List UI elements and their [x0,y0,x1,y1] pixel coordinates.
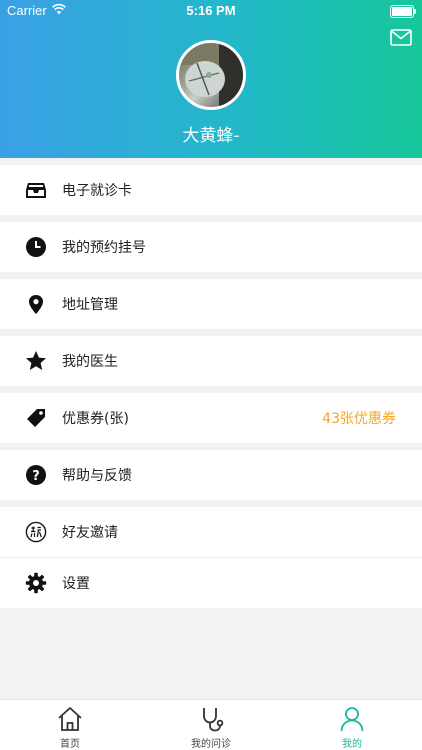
svg-text:?: ? [32,469,40,484]
menu-item-my-doctor[interactable]: 我的医生 [0,336,422,386]
menu-item-label: 优惠券(张) [62,411,129,427]
menu-item-help[interactable]: ? 帮助与反馈 [0,450,422,500]
menu-item-label: 地址管理 [62,297,118,313]
tab-mine[interactable]: 我的 [282,700,422,750]
username: 大黄蜂- [182,126,240,146]
stethoscope-icon [197,705,225,733]
battery-icon [390,5,416,18]
menu-item-label: 电子就诊卡 [62,183,132,199]
coupon-count: 43张优惠券 [322,411,396,427]
menu-item-label: 设置 [62,576,90,592]
menu-item-address[interactable]: 地址管理 [0,279,422,329]
status-bar: Carrier 5:16 PM [0,0,422,22]
home-icon [56,705,84,733]
menu-item-label: 我的预约挂号 [62,240,146,256]
tab-home[interactable]: 首页 [0,700,140,750]
invite-icon [25,521,47,543]
gear-icon [25,572,47,594]
mail-icon[interactable] [390,29,412,46]
tab-my-consultations[interactable]: 我的问诊 [141,700,281,750]
profile-menu: 电子就诊卡 我的预约挂号 地址管理 我的医生 优惠券(张) 43张优惠券 ? 帮… [0,158,422,608]
menu-item-medical-card[interactable]: 电子就诊卡 [0,165,422,215]
tab-label: 首页 [60,739,80,750]
menu-item-invite[interactable]: 好友邀请 [0,507,422,557]
menu-item-appointments[interactable]: 我的预约挂号 [0,222,422,272]
menu-item-label: 好友邀请 [62,525,118,541]
status-time: 5:16 PM [186,3,236,18]
menu-item-coupons[interactable]: 优惠券(张) 43张优惠券 [0,393,422,443]
question-icon: ? [25,464,47,486]
tag-icon [25,407,47,429]
clock-icon [25,236,47,258]
menu-item-settings[interactable]: 设置 [0,557,422,608]
star-icon [25,350,47,372]
menu-item-label: 我的医生 [62,354,118,370]
menu-item-label: 帮助与反馈 [62,468,132,484]
profile-header: Carrier 5:16 PM 大黄蜂- [0,0,422,158]
tab-label: 我的问诊 [191,739,231,750]
avatar[interactable] [176,40,246,110]
location-pin-icon [25,293,47,315]
tab-bar: 首页 我的问诊 我的 [0,699,422,750]
inbox-card-icon [25,179,47,201]
tab-label: 我的 [342,739,362,750]
person-icon [338,705,366,733]
